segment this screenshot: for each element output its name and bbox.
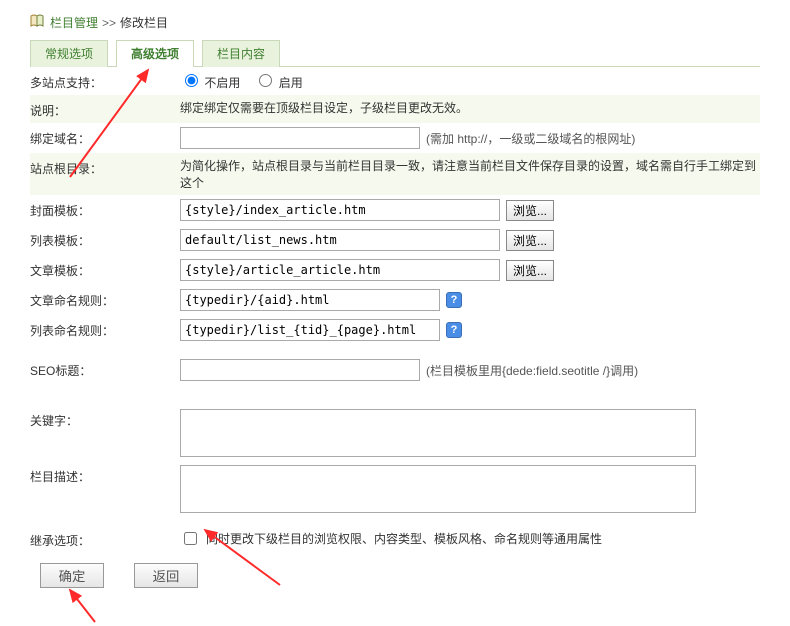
- seo-label: SEO标题：: [30, 359, 180, 379]
- root-text: 为简化操作，站点根目录与当前栏目目录一致，请注意当前栏目文件保存目录的设置，域名…: [180, 157, 760, 191]
- tpl-article-label: 文章模板：: [30, 259, 180, 279]
- multisite-yes[interactable]: 启用: [254, 71, 302, 91]
- crumb-sep: >>: [102, 16, 116, 30]
- multisite-no[interactable]: 不启用: [180, 71, 240, 91]
- inherit-checkbox[interactable]: [184, 532, 197, 545]
- keywords-label: 关键字：: [30, 409, 180, 429]
- domain-input[interactable]: [180, 127, 420, 149]
- annotation-arrow: [30, 582, 110, 626]
- rule-article-label: 文章命名规则：: [30, 289, 180, 309]
- tab-bar: 常规选项 高级选项 栏目内容: [30, 39, 760, 67]
- tpl-cover-label: 封面模板：: [30, 199, 180, 219]
- tab-advanced[interactable]: 高级选项: [116, 40, 194, 67]
- rule-list-label: 列表命名规则：: [30, 319, 180, 339]
- tpl-list-browse-button[interactable]: 浏览...: [506, 230, 554, 251]
- tab-general[interactable]: 常规选项: [30, 40, 108, 67]
- desc-input[interactable]: [180, 465, 696, 513]
- inherit-label: 继承选项：: [30, 529, 180, 549]
- root-label: 站点根目录：: [30, 157, 180, 177]
- domain-hint: (需加 http://，一级或二级域名的根网址): [426, 130, 635, 147]
- tpl-cover-browse-button[interactable]: 浏览...: [506, 200, 554, 221]
- domain-label: 绑定域名：: [30, 127, 180, 147]
- book-icon: [30, 14, 46, 31]
- tpl-list-label: 列表模板：: [30, 229, 180, 249]
- keywords-input[interactable]: [180, 409, 696, 457]
- tpl-list-input[interactable]: [180, 229, 500, 251]
- ok-button[interactable]: 确定: [40, 563, 104, 588]
- rule-list-input[interactable]: [180, 319, 440, 341]
- multisite-no-radio[interactable]: [185, 74, 198, 87]
- crumb-root[interactable]: 栏目管理: [50, 14, 98, 31]
- desc-label: 栏目描述：: [30, 465, 180, 485]
- breadcrumb: 栏目管理 >> 修改栏目: [30, 10, 760, 39]
- inherit-text: 同时更改下级栏目的浏览权限、内容类型、模板风格、命名规则等通用属性: [206, 530, 602, 547]
- seo-hint: (栏目模板里用{dede:field.seotitle /}调用): [426, 362, 638, 379]
- seo-input[interactable]: [180, 359, 420, 381]
- tpl-cover-input[interactable]: [180, 199, 500, 221]
- multisite-label: 多站点支持：: [30, 71, 180, 91]
- tpl-article-input[interactable]: [180, 259, 500, 281]
- back-button[interactable]: 返回: [134, 563, 198, 588]
- help-icon[interactable]: ?: [446, 292, 462, 308]
- explain-label: 说明：: [30, 99, 180, 119]
- help-icon[interactable]: ?: [446, 322, 462, 338]
- multisite-yes-radio[interactable]: [259, 74, 272, 87]
- tpl-article-browse-button[interactable]: 浏览...: [506, 260, 554, 281]
- explain-text: 绑定绑定仅需要在顶级栏目设定，子级栏目更改无效。: [180, 99, 468, 116]
- crumb-current: 修改栏目: [120, 14, 168, 31]
- tab-content[interactable]: 栏目内容: [202, 40, 280, 67]
- rule-article-input[interactable]: [180, 289, 440, 311]
